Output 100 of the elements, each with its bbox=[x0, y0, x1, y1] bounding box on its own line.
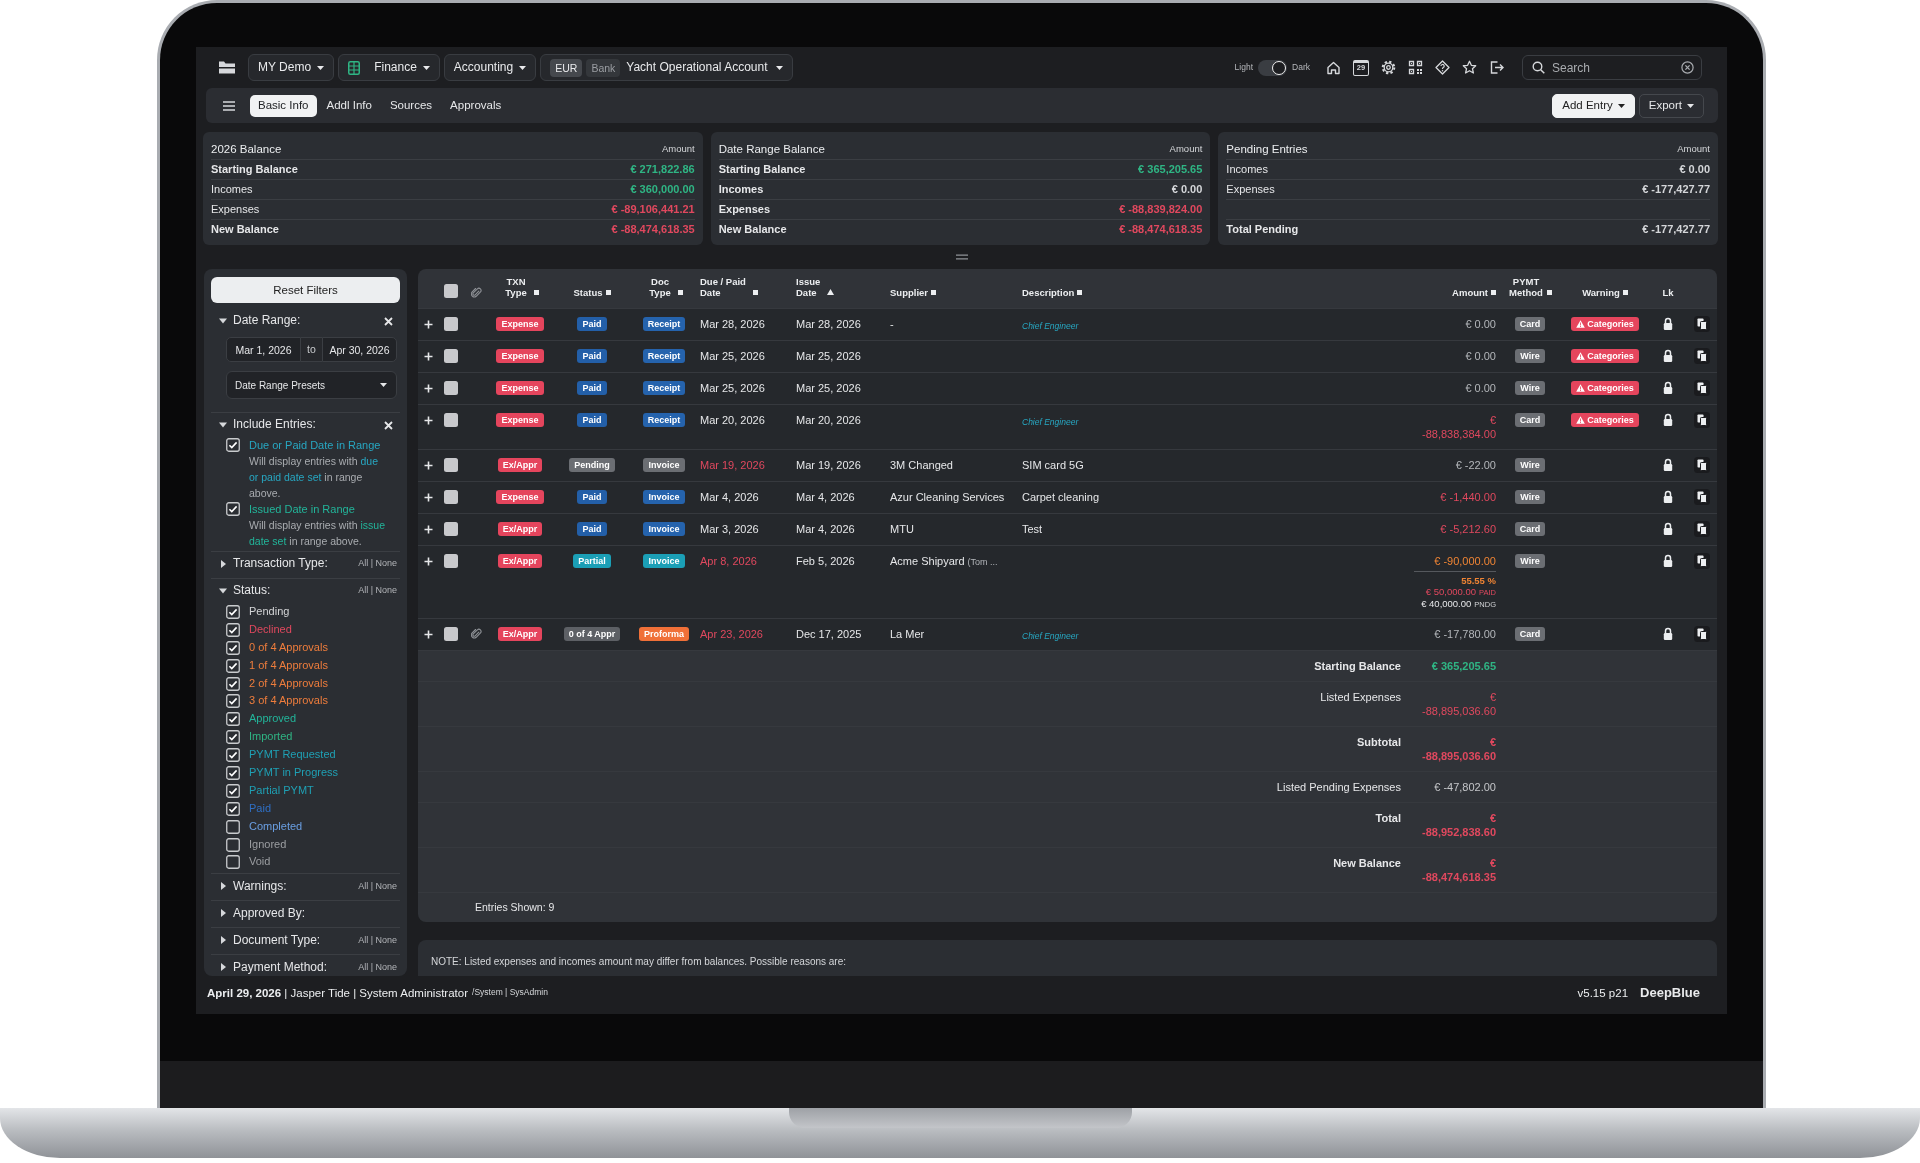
filter-option-label[interactable]: Declined bbox=[249, 620, 292, 639]
filter-checkbox[interactable] bbox=[226, 694, 240, 709]
filter-checkbox[interactable] bbox=[226, 640, 240, 655]
expand-icon[interactable] bbox=[423, 493, 433, 502]
tab[interactable]: Sources bbox=[381, 94, 441, 117]
caret-right-icon[interactable] bbox=[219, 963, 227, 972]
filter-section-title[interactable]: Payment Method: bbox=[233, 959, 328, 976]
help-icon[interactable] bbox=[1435, 60, 1450, 75]
expand-icon[interactable] bbox=[423, 416, 433, 425]
copy-icon[interactable] bbox=[1693, 626, 1710, 642]
lock-icon[interactable] bbox=[1663, 522, 1673, 535]
tab[interactable]: Approvals bbox=[442, 94, 510, 117]
sort-ascending-icon[interactable] bbox=[827, 289, 834, 295]
filter-option-label[interactable]: 1 of 4 Approvals bbox=[249, 656, 328, 675]
settings-icon[interactable] bbox=[1381, 60, 1396, 75]
filter-checkbox[interactable] bbox=[226, 712, 240, 727]
caret-down-icon[interactable] bbox=[219, 421, 227, 429]
caret-down-icon[interactable] bbox=[219, 587, 227, 595]
filter-checkbox[interactable] bbox=[226, 676, 240, 691]
all-none-links[interactable]: All | None bbox=[358, 880, 397, 893]
star-icon[interactable] bbox=[1462, 60, 1477, 75]
row-checkbox[interactable] bbox=[444, 413, 458, 427]
filter-option-label[interactable]: Imported bbox=[249, 728, 293, 747]
folder-icon[interactable] bbox=[218, 60, 236, 75]
filter-checkbox[interactable] bbox=[226, 801, 240, 816]
expand-icon[interactable] bbox=[423, 525, 433, 534]
filter-section-title[interactable]: Warnings: bbox=[233, 878, 287, 895]
filter-checkbox[interactable] bbox=[226, 819, 240, 834]
filter-option-label[interactable]: 2 of 4 Approvals bbox=[249, 674, 328, 693]
lock-icon[interactable] bbox=[1663, 317, 1673, 330]
copy-icon[interactable] bbox=[1693, 380, 1710, 396]
caret-right-icon[interactable] bbox=[219, 560, 227, 568]
filter-checkbox[interactable] bbox=[226, 748, 240, 763]
expand-icon[interactable] bbox=[423, 557, 433, 566]
copy-icon[interactable] bbox=[1693, 316, 1710, 332]
all-none-links[interactable]: All | None bbox=[358, 558, 397, 570]
filter-section-title[interactable]: Date Range: bbox=[233, 313, 301, 329]
copy-icon[interactable] bbox=[1693, 412, 1710, 428]
filter-checkbox[interactable] bbox=[226, 604, 240, 619]
expand-icon[interactable] bbox=[423, 384, 433, 393]
menu-dropdown[interactable]: MY Demo bbox=[248, 54, 335, 81]
expand-icon[interactable] bbox=[423, 630, 433, 639]
filter-option-label[interactable]: Completed bbox=[249, 817, 303, 836]
clear-filter-icon[interactable] bbox=[384, 316, 393, 326]
column-header[interactable]: TXN Type bbox=[501, 276, 531, 298]
sort-icon[interactable] bbox=[605, 290, 611, 295]
column-header[interactable]: Description bbox=[1022, 287, 1075, 298]
lock-icon[interactable] bbox=[1663, 458, 1673, 471]
date-field[interactable]: Mar 1, 2026 bbox=[226, 337, 301, 362]
account-dropdown[interactable]: EUR Bank Yacht Operational Account bbox=[540, 54, 793, 81]
filter-option-label[interactable]: 0 of 4 Approvals bbox=[249, 638, 328, 657]
column-header[interactable]: Supplier bbox=[890, 287, 928, 298]
expand-icon[interactable] bbox=[423, 461, 433, 470]
copy-icon[interactable] bbox=[1693, 521, 1710, 537]
filter-option-label[interactable]: Approved bbox=[249, 710, 297, 729]
filter-option-label[interactable]: Partial PYMT bbox=[249, 781, 314, 800]
column-header[interactable]: Issue Date bbox=[796, 276, 824, 298]
row-checkbox[interactable] bbox=[444, 317, 458, 331]
menu-dropdown[interactable]: Finance bbox=[338, 54, 440, 81]
lock-icon[interactable] bbox=[1663, 627, 1673, 640]
search-field[interactable]: Search bbox=[1522, 55, 1702, 80]
filter-checkbox[interactable] bbox=[226, 502, 240, 516]
qr-code-icon[interactable] bbox=[1408, 60, 1423, 75]
caret-down-icon[interactable] bbox=[219, 317, 227, 325]
filter-checkbox[interactable] bbox=[226, 855, 240, 870]
row-checkbox[interactable] bbox=[444, 522, 458, 536]
filter-checkbox[interactable] bbox=[226, 658, 240, 673]
column-header[interactable]: PYMT Method bbox=[1508, 276, 1544, 298]
lock-icon[interactable] bbox=[1663, 349, 1673, 362]
sort-icon[interactable] bbox=[1077, 290, 1083, 295]
filter-option-label[interactable]: Ignored bbox=[249, 835, 287, 854]
clear-filter-icon[interactable] bbox=[384, 420, 393, 430]
clear-search-icon[interactable] bbox=[1681, 61, 1694, 74]
sort-icon[interactable] bbox=[1622, 290, 1628, 295]
filter-checkbox[interactable] bbox=[226, 438, 240, 452]
caret-right-icon[interactable] bbox=[219, 909, 227, 918]
filter-option-label[interactable]: PYMT Requested bbox=[249, 746, 336, 765]
filter-checkbox[interactable] bbox=[226, 622, 240, 637]
menu-dropdown[interactable]: Accounting bbox=[443, 54, 537, 81]
row-checkbox[interactable] bbox=[444, 349, 458, 363]
filter-option-label[interactable]: Due or Paid Date in Range bbox=[249, 437, 381, 453]
filter-section-title[interactable]: Transaction Type: bbox=[233, 556, 328, 572]
home-icon[interactable] bbox=[1326, 60, 1341, 75]
filter-section-title[interactable]: Approved By: bbox=[233, 905, 306, 922]
lock-icon[interactable] bbox=[1663, 413, 1673, 426]
lock-icon[interactable] bbox=[1663, 381, 1673, 394]
filter-option-label[interactable]: PYMT in Progress bbox=[249, 764, 339, 782]
row-checkbox[interactable] bbox=[444, 381, 458, 395]
column-header[interactable]: Amount bbox=[1452, 287, 1488, 298]
filter-option-label[interactable]: Pending bbox=[249, 603, 290, 621]
filter-option-label[interactable]: Issued Date in Range bbox=[249, 501, 355, 517]
row-checkbox[interactable] bbox=[444, 490, 458, 504]
dropdown-button[interactable]: Export bbox=[1638, 93, 1704, 118]
menu-icon[interactable] bbox=[222, 99, 236, 112]
paperclip-icon[interactable] bbox=[470, 628, 482, 639]
column-header[interactable]: Status bbox=[573, 287, 603, 298]
lock-icon[interactable] bbox=[1663, 490, 1673, 503]
copy-icon[interactable] bbox=[1693, 457, 1710, 473]
all-none-links[interactable]: All | None bbox=[358, 961, 397, 974]
logout-icon[interactable] bbox=[1489, 60, 1504, 75]
